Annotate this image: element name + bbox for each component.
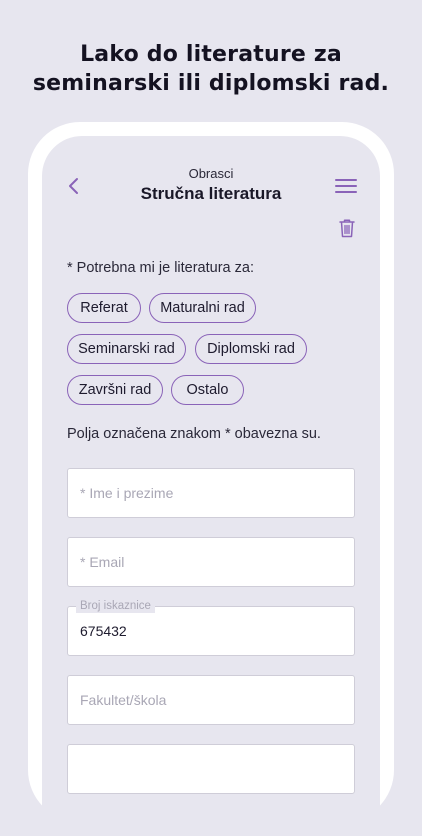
chip-referat[interactable]: Referat (67, 293, 141, 323)
required-fields-note: Polja označena znakom * obavezna su. (67, 426, 321, 442)
faculty-input[interactable] (80, 676, 342, 724)
id-card-field: Broj iskaznice (67, 599, 355, 656)
name-input[interactable] (80, 469, 342, 517)
faculty-field (67, 675, 355, 725)
literature-purpose-label: * Potrebna mi je literatura za: (67, 260, 254, 276)
app-screen: Obrasci Stručna literatura * Potrebna mi… (42, 136, 380, 836)
promo-headline-line-2: seminarski ili diplomski rad. (32, 71, 390, 96)
id-card-input[interactable] (80, 607, 342, 655)
promo-headline-line-1: Lako do literature za (80, 42, 342, 67)
chip-maturalni-rad[interactable]: Maturalni rad (149, 293, 256, 323)
chip-seminarski-rad[interactable]: Seminarski rad (67, 334, 186, 364)
promo-headline: Lako do literature za seminarski ili dip… (0, 40, 422, 98)
name-field (67, 468, 355, 518)
email-input[interactable] (80, 538, 342, 586)
chip-diplomski-rad[interactable]: Diplomski rad (195, 334, 307, 364)
nav-subtitle: Obrasci (188, 166, 234, 181)
email-field (67, 537, 355, 587)
phone-frame: Obrasci Stručna literatura * Potrebna mi… (28, 122, 394, 836)
hamburger-menu-icon[interactable] (334, 176, 358, 196)
trash-icon[interactable] (338, 218, 356, 238)
chip-ostalo[interactable]: Ostalo (171, 375, 244, 405)
chip-zavrsni-rad[interactable]: Završni rad (67, 375, 163, 405)
page-title: Stručna literatura (140, 184, 282, 203)
next-field-partial[interactable] (67, 744, 355, 794)
